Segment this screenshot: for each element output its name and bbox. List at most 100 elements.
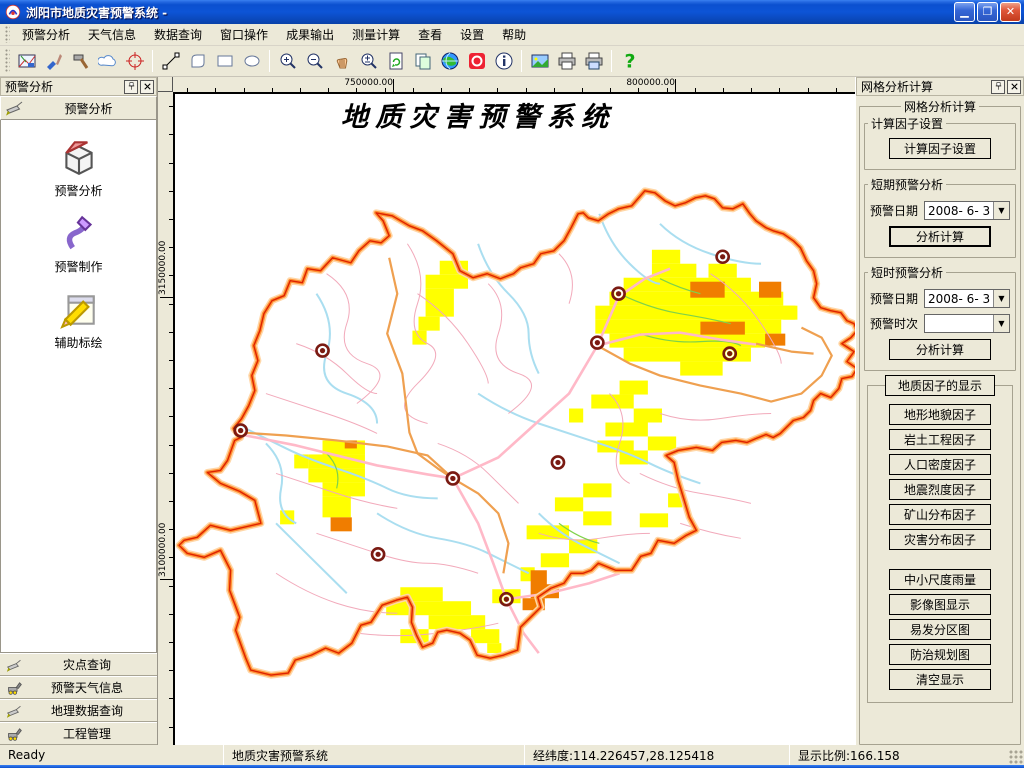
short-term-date-combo[interactable]: 2008- 6- 3 ▼ — [924, 201, 1010, 220]
factor-button-1[interactable]: 岩土工程因子 — [889, 429, 991, 450]
factor-button-5[interactable]: 灾害分布因子 — [889, 529, 991, 550]
short-time-group: 短时预警分析 预警日期 2008- 6- 3 ▼ 预警时次 — [864, 264, 1016, 371]
warning-cell-yellow — [541, 553, 569, 567]
short-time-period-combo[interactable]: ▼ — [924, 314, 1010, 333]
chevron-down-icon[interactable]: ▼ — [993, 315, 1009, 332]
close-icon[interactable] — [140, 80, 154, 94]
warning-cell-yellow — [620, 381, 648, 395]
menu-item-0[interactable]: 预警分析 — [13, 24, 79, 45]
warning-cell-yellow — [323, 496, 351, 517]
zoom-extent-button[interactable] — [356, 49, 381, 74]
map-canvas[interactable]: 地质灾害预警系统 — [173, 92, 855, 745]
factor-setting-legend: 计算因子设置 — [868, 115, 946, 132]
factor-button-2[interactable]: 人口密度因子 — [889, 454, 991, 475]
menu-item-7[interactable]: 设置 — [451, 24, 493, 45]
right-pane-header: 网格分析计算 — [856, 77, 1024, 96]
print-button[interactable] — [554, 49, 579, 74]
draw-rect-button[interactable] — [212, 49, 237, 74]
cloud-button[interactable] — [95, 49, 120, 74]
menu-item-2[interactable]: 数据查询 — [145, 24, 211, 45]
image-export-icon — [530, 51, 550, 71]
left-bottom-bar-2[interactable]: 地理数据查询 — [0, 699, 157, 722]
warning-cell-yellow — [583, 511, 611, 525]
town-marker-dot — [727, 351, 732, 356]
help-button[interactable]: ? — [617, 49, 642, 74]
resize-grip[interactable] — [1008, 749, 1024, 765]
toolbar-separator — [152, 50, 153, 72]
refresh-view-button[interactable] — [383, 49, 408, 74]
pin-icon[interactable] — [124, 80, 138, 94]
town-marker-dot — [375, 552, 380, 557]
close-button[interactable]: ✕ — [1000, 2, 1021, 22]
cloud-icon — [98, 51, 118, 71]
admin-line — [296, 344, 377, 394]
menu-item-4[interactable]: 成果输出 — [277, 24, 343, 45]
short-term-group: 短期预警分析 预警日期 2008- 6- 3 ▼ 分析计算 — [864, 176, 1016, 258]
river — [276, 523, 347, 593]
left-bottom-bar-label: 工程管理 — [23, 725, 151, 742]
left-bottom-bar-0[interactable]: 灾点查询 — [0, 653, 157, 676]
factor-display-header-button[interactable]: 地质因子的显示 — [885, 375, 995, 396]
left-item-1[interactable]: 预警制作 — [1, 212, 156, 288]
zoom-in-button[interactable] — [275, 49, 300, 74]
chevron-down-icon[interactable]: ▼ — [993, 290, 1009, 307]
pin-icon[interactable] — [991, 80, 1005, 94]
factor-button-3[interactable]: 地震烈度因子 — [889, 479, 991, 500]
display-button-3[interactable]: 防治规划图 — [889, 644, 991, 665]
menu-item-8[interactable]: 帮助 — [493, 24, 535, 45]
menu-item-3[interactable]: 窗口操作 — [211, 24, 277, 45]
factor-button-0[interactable]: 地形地貌因子 — [889, 404, 991, 425]
zoom-out-button[interactable] — [302, 49, 327, 74]
factor-button-4[interactable]: 矿山分布因子 — [889, 504, 991, 525]
display-button-4[interactable]: 清空显示 — [889, 669, 991, 690]
chevron-down-icon[interactable]: ▼ — [993, 202, 1009, 219]
short-time-date-combo[interactable]: 2008- 6- 3 ▼ — [924, 289, 1010, 308]
factor-setting-button[interactable]: 计算因子设置 — [889, 138, 991, 159]
display-button-2[interactable]: 易发分区图 — [889, 619, 991, 640]
hammer-button[interactable] — [68, 49, 93, 74]
left-item-0[interactable]: 预警分析 — [1, 136, 156, 212]
warning-cell-orange — [690, 282, 724, 298]
menu-item-5[interactable]: 测量计算 — [343, 24, 409, 45]
display-button-0[interactable]: 中小尺度雨量 — [889, 569, 991, 590]
map-view-button[interactable] — [14, 49, 39, 74]
warning-cell-yellow — [634, 409, 662, 423]
left-bottom-bar-1[interactable]: 预警天气信息 — [0, 676, 157, 699]
warning-cell-yellow — [487, 643, 501, 653]
short-time-date-label: 预警日期 — [870, 290, 924, 307]
left-item-2[interactable]: 辅助标绘 — [1, 288, 156, 364]
draw-ellipse-button[interactable] — [239, 49, 264, 74]
print-preview-button[interactable] — [581, 49, 606, 74]
left-section-header[interactable]: 预警分析 — [0, 96, 157, 120]
info-button[interactable] — [491, 49, 516, 74]
left-bottom-bar-label: 地理数据查询 — [23, 702, 151, 719]
image-export-button[interactable] — [527, 49, 552, 74]
toolbar-grip[interactable] — [5, 49, 10, 73]
restore-button[interactable]: ❐ — [977, 2, 998, 22]
minimize-button[interactable]: ▁ — [954, 2, 975, 22]
ruler-label: 800000.00 — [626, 78, 675, 88]
ruler-label: 750000.00 — [344, 78, 393, 88]
menubar-grip[interactable] — [5, 26, 10, 43]
pan-button[interactable] — [329, 49, 354, 74]
machine-icon — [6, 725, 23, 742]
map-svg[interactable]: 地质灾害预警系统 — [175, 94, 855, 745]
redraw-button[interactable] — [41, 49, 66, 74]
draw-line-button[interactable] — [158, 49, 183, 74]
menu-item-6[interactable]: 查看 — [409, 24, 451, 45]
warning-cell-orange — [759, 282, 781, 298]
left-item-label: 预警制作 — [54, 258, 102, 275]
menu-item-1[interactable]: 天气信息 — [79, 24, 145, 45]
display-button-1[interactable]: 影像图显示 — [889, 594, 991, 615]
toolbar: ? — [0, 46, 1024, 77]
center-target-button[interactable] — [122, 49, 147, 74]
short-term-analyze-button[interactable]: 分析计算 — [889, 226, 991, 247]
copy-map-button[interactable] — [410, 49, 435, 74]
short-time-analyze-button[interactable]: 分析计算 — [889, 339, 991, 360]
draw-polygon-button[interactable] — [185, 49, 210, 74]
globe-button[interactable] — [437, 49, 462, 74]
stop-button[interactable] — [464, 49, 489, 74]
left-bottom-bar-3[interactable]: 工程管理 — [0, 722, 157, 745]
warning-cell-yellow — [414, 601, 471, 615]
close-icon[interactable] — [1007, 80, 1021, 94]
